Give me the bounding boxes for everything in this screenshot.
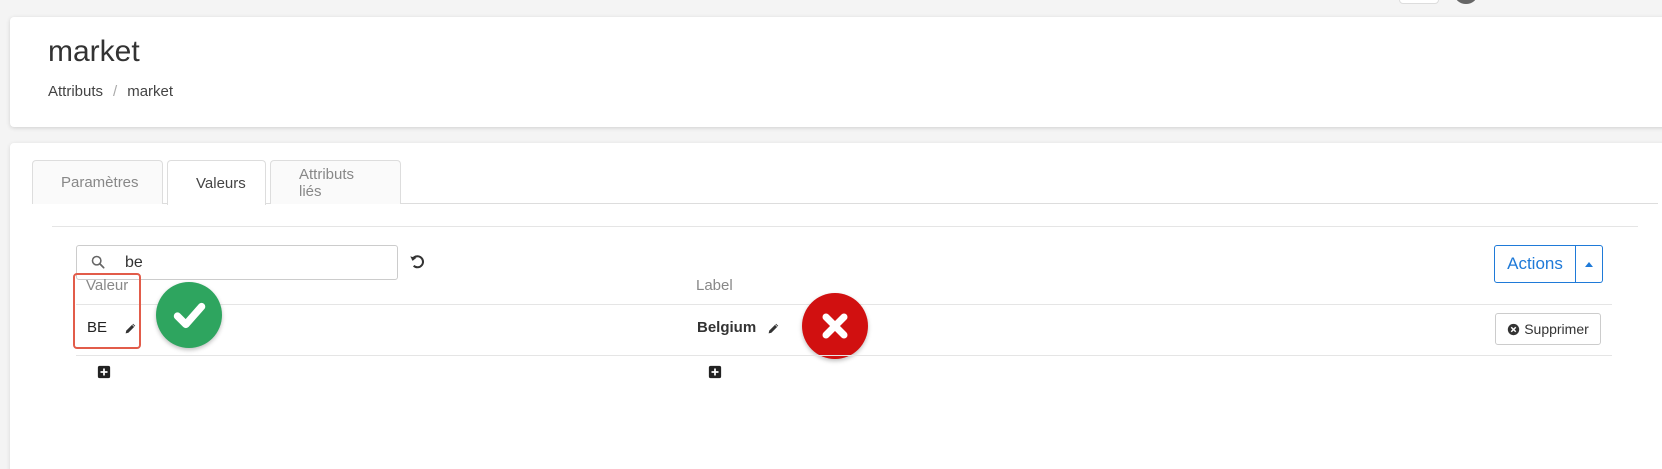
page-title: market [48, 35, 140, 68]
top-toolbar-button[interactable] [1399, 0, 1439, 4]
cross-icon [802, 293, 868, 359]
actions-button[interactable]: Actions [1494, 245, 1576, 283]
caret-up-icon [1585, 261, 1593, 267]
tab-valeurs[interactable]: Valeurs [167, 160, 266, 205]
breadcrumb-separator: / [113, 83, 118, 100]
breadcrumb-item-market: market [127, 83, 174, 100]
cell-label: Belgium [697, 319, 757, 336]
search-icon [91, 255, 105, 269]
values-panel: Paramètres Valeurs Attributs liés Action… [10, 143, 1662, 469]
column-header-label: Label [696, 277, 733, 294]
table-row-divider [76, 355, 1612, 356]
pencil-icon[interactable] [124, 322, 137, 335]
page-header: market Attributs / market [10, 17, 1662, 127]
delete-label: Supprimer [1524, 321, 1589, 337]
plus-square-icon[interactable] [708, 365, 722, 379]
tab-bar: Paramètres Valeurs Attributs liés [32, 160, 1662, 205]
reset-icon[interactable] [409, 253, 426, 270]
plus-square-icon[interactable] [97, 365, 111, 379]
cell-valeur: BE [87, 319, 108, 336]
tab-attributs-lies[interactable]: Attributs liés [270, 160, 401, 204]
breadcrumb: Attributs / market [48, 83, 173, 100]
breadcrumb-item-attributs[interactable]: Attributs [48, 83, 103, 100]
times-circle-icon [1508, 323, 1520, 335]
actions-dropdown: Actions [1494, 245, 1603, 283]
search-input[interactable] [125, 246, 385, 279]
check-icon [156, 282, 222, 348]
highlight-annotation [73, 273, 141, 349]
pencil-icon[interactable] [767, 322, 780, 335]
actions-caret-button[interactable] [1576, 245, 1603, 283]
tab-parametres[interactable]: Paramètres [32, 160, 163, 204]
delete-button[interactable]: Supprimer [1495, 313, 1601, 345]
user-avatar[interactable] [1455, 0, 1477, 4]
divider [52, 226, 1638, 227]
